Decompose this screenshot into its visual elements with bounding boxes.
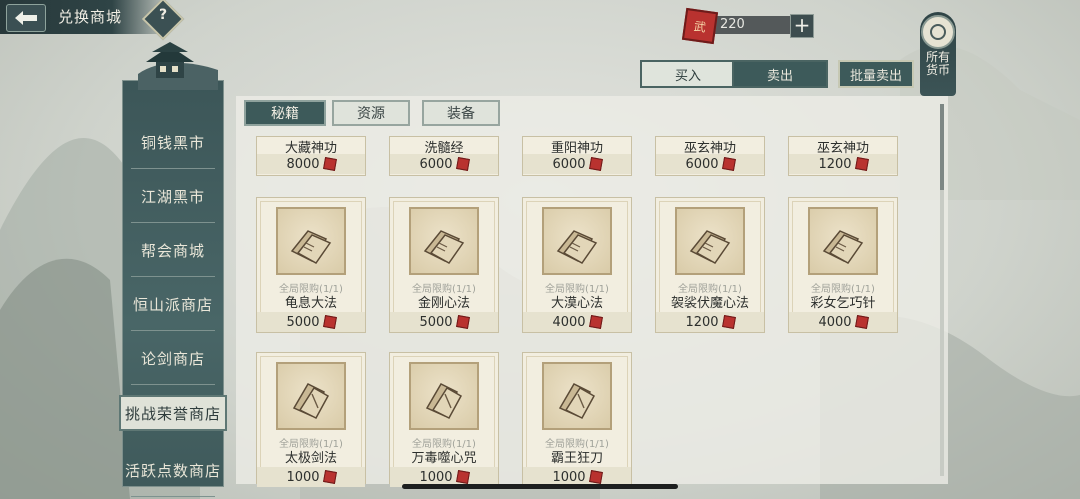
sidebar-item-hengshan-shop[interactable]: 恒山派商店 [123,277,223,331]
currency-token-icon [322,315,337,329]
item-card[interactable]: 巫玄神功 6000 [655,136,765,176]
scroll-icon [542,362,612,430]
currency-token-icon [588,315,603,329]
price-band: 4000 [523,312,631,332]
currency-token-icon [588,157,603,171]
sidebar-item-copper-market[interactable]: 铜钱黑市 [123,115,223,169]
currency-token-icon [455,157,470,171]
price-band: 6000 [523,154,631,174]
item-card[interactable]: 洗髓经 6000 [389,136,499,176]
tab-equipment[interactable]: 装备 [422,100,500,126]
item-price: 4000 [818,314,852,330]
question-icon: ? [158,6,168,23]
currency-token-icon [322,470,337,484]
currency-token-icon [455,470,470,484]
price-band: 1200 [656,312,764,332]
item-price: 5000 [286,314,320,330]
scrollbar-thumb[interactable] [940,104,944,190]
item-card[interactable]: 全局限购(1/1) 龟息大法 5000 [256,197,366,333]
book-icon [409,207,479,275]
book-icon [276,207,346,275]
item-name: 袈裟伏魔心法 [670,296,749,311]
tab-resources[interactable]: 资源 [332,100,410,126]
item-price: 1200 [818,156,852,172]
price-band: 1000 [257,467,365,487]
bulk-sell-button[interactable]: 批量卖出 [838,60,914,88]
item-price: 6000 [419,156,453,172]
all-currency-button[interactable]: 所有货币 [920,12,956,96]
currency-token-icon [854,315,869,329]
price-band: 4000 [789,312,897,332]
item-name: 太极剑法 [284,451,337,466]
item-card[interactable]: 全局限购(1/1) 霸王狂刀 1000 [522,352,632,487]
price-band: 8000 [257,154,365,174]
currency-token-icon [721,157,736,171]
sidebar-item-guild-shop[interactable]: 帮会商城 [123,223,223,277]
item-price: 1000 [552,469,586,485]
page-title: 兑换商城 [58,8,123,26]
currency-token-icon [854,157,869,171]
item-price: 8000 [286,156,320,172]
price-band: 5000 [257,312,365,332]
item-name: 大漠心法 [550,296,603,311]
add-currency-button[interactable]: + [790,14,814,38]
sidebar-item-duel-shop[interactable]: 论剑商店 [123,331,223,385]
price-band: 6000 [656,154,764,174]
price-band: 1200 [789,154,897,174]
tab-secret-manuals[interactable]: 秘籍 [244,100,326,126]
pavilion-icon [138,42,218,90]
coins-icon [921,15,955,49]
item-name: 万毒噬心咒 [411,451,477,466]
home-indicator[interactable] [402,484,678,489]
item-card[interactable]: 全局限购(1/1) 金刚心法 5000 [389,197,499,333]
price-band: 6000 [390,154,498,174]
item-price: 1200 [685,314,719,330]
item-card[interactable]: 重阳神功 6000 [522,136,632,176]
item-price: 1000 [419,469,453,485]
item-price: 1000 [286,469,320,485]
back-button[interactable] [6,4,46,32]
item-price: 5000 [419,314,453,330]
item-price: 6000 [552,156,586,172]
book-icon [808,207,878,275]
item-name: 彩女乞巧针 [810,296,876,311]
book-icon [542,207,612,275]
item-card[interactable]: 巫玄神功 1200 [788,136,898,176]
all-currency-label: 所有货币 [925,50,950,77]
scroll-icon [409,362,479,430]
sidebar-item-activity-points-shop[interactable]: 活跃点数商店 [123,443,223,497]
book-icon [675,207,745,275]
currency-token-icon: 武 [681,7,719,45]
shop-sidebar: 铜钱黑市 江湖黑市 帮会商城 恒山派商店 论剑商店 挑战荣誉商店 活跃点数商店 [119,80,227,497]
currency-value: 220 [720,17,745,32]
item-card[interactable]: 全局限购(1/1) 彩女乞巧针 4000 [788,197,898,333]
sell-tab[interactable]: 卖出 [732,60,828,88]
currency-token-icon [322,157,337,171]
item-card[interactable]: 大藏神功 8000 [256,136,366,176]
sidebar-item-jianghu-market[interactable]: 江湖黑市 [123,169,223,223]
currency-token-icon [455,315,470,329]
item-name: 龟息大法 [284,296,337,311]
item-card[interactable]: 全局限购(1/1) 大漠心法 4000 [522,197,632,333]
buy-tab[interactable]: 买入 [640,60,736,88]
scroll-icon [276,362,346,430]
item-card[interactable]: 全局限购(1/1) 袈裟伏魔心法 1200 [655,197,765,333]
sidebar-item-challenge-honor-shop[interactable]: 挑战荣誉商店 [119,395,227,431]
arrow-left-icon [15,11,37,25]
price-band: 5000 [390,312,498,332]
item-card[interactable]: 全局限购(1/1) 万毒噬心咒 1000 [389,352,499,487]
currency-token-icon [588,470,603,484]
item-card[interactable]: 全局限购(1/1) 太极剑法 1000 [256,352,366,487]
item-price: 4000 [552,314,586,330]
item-name: 金刚心法 [417,296,470,311]
item-name: 霸王狂刀 [550,451,603,466]
currency-token-icon [721,315,736,329]
item-price: 6000 [685,156,719,172]
